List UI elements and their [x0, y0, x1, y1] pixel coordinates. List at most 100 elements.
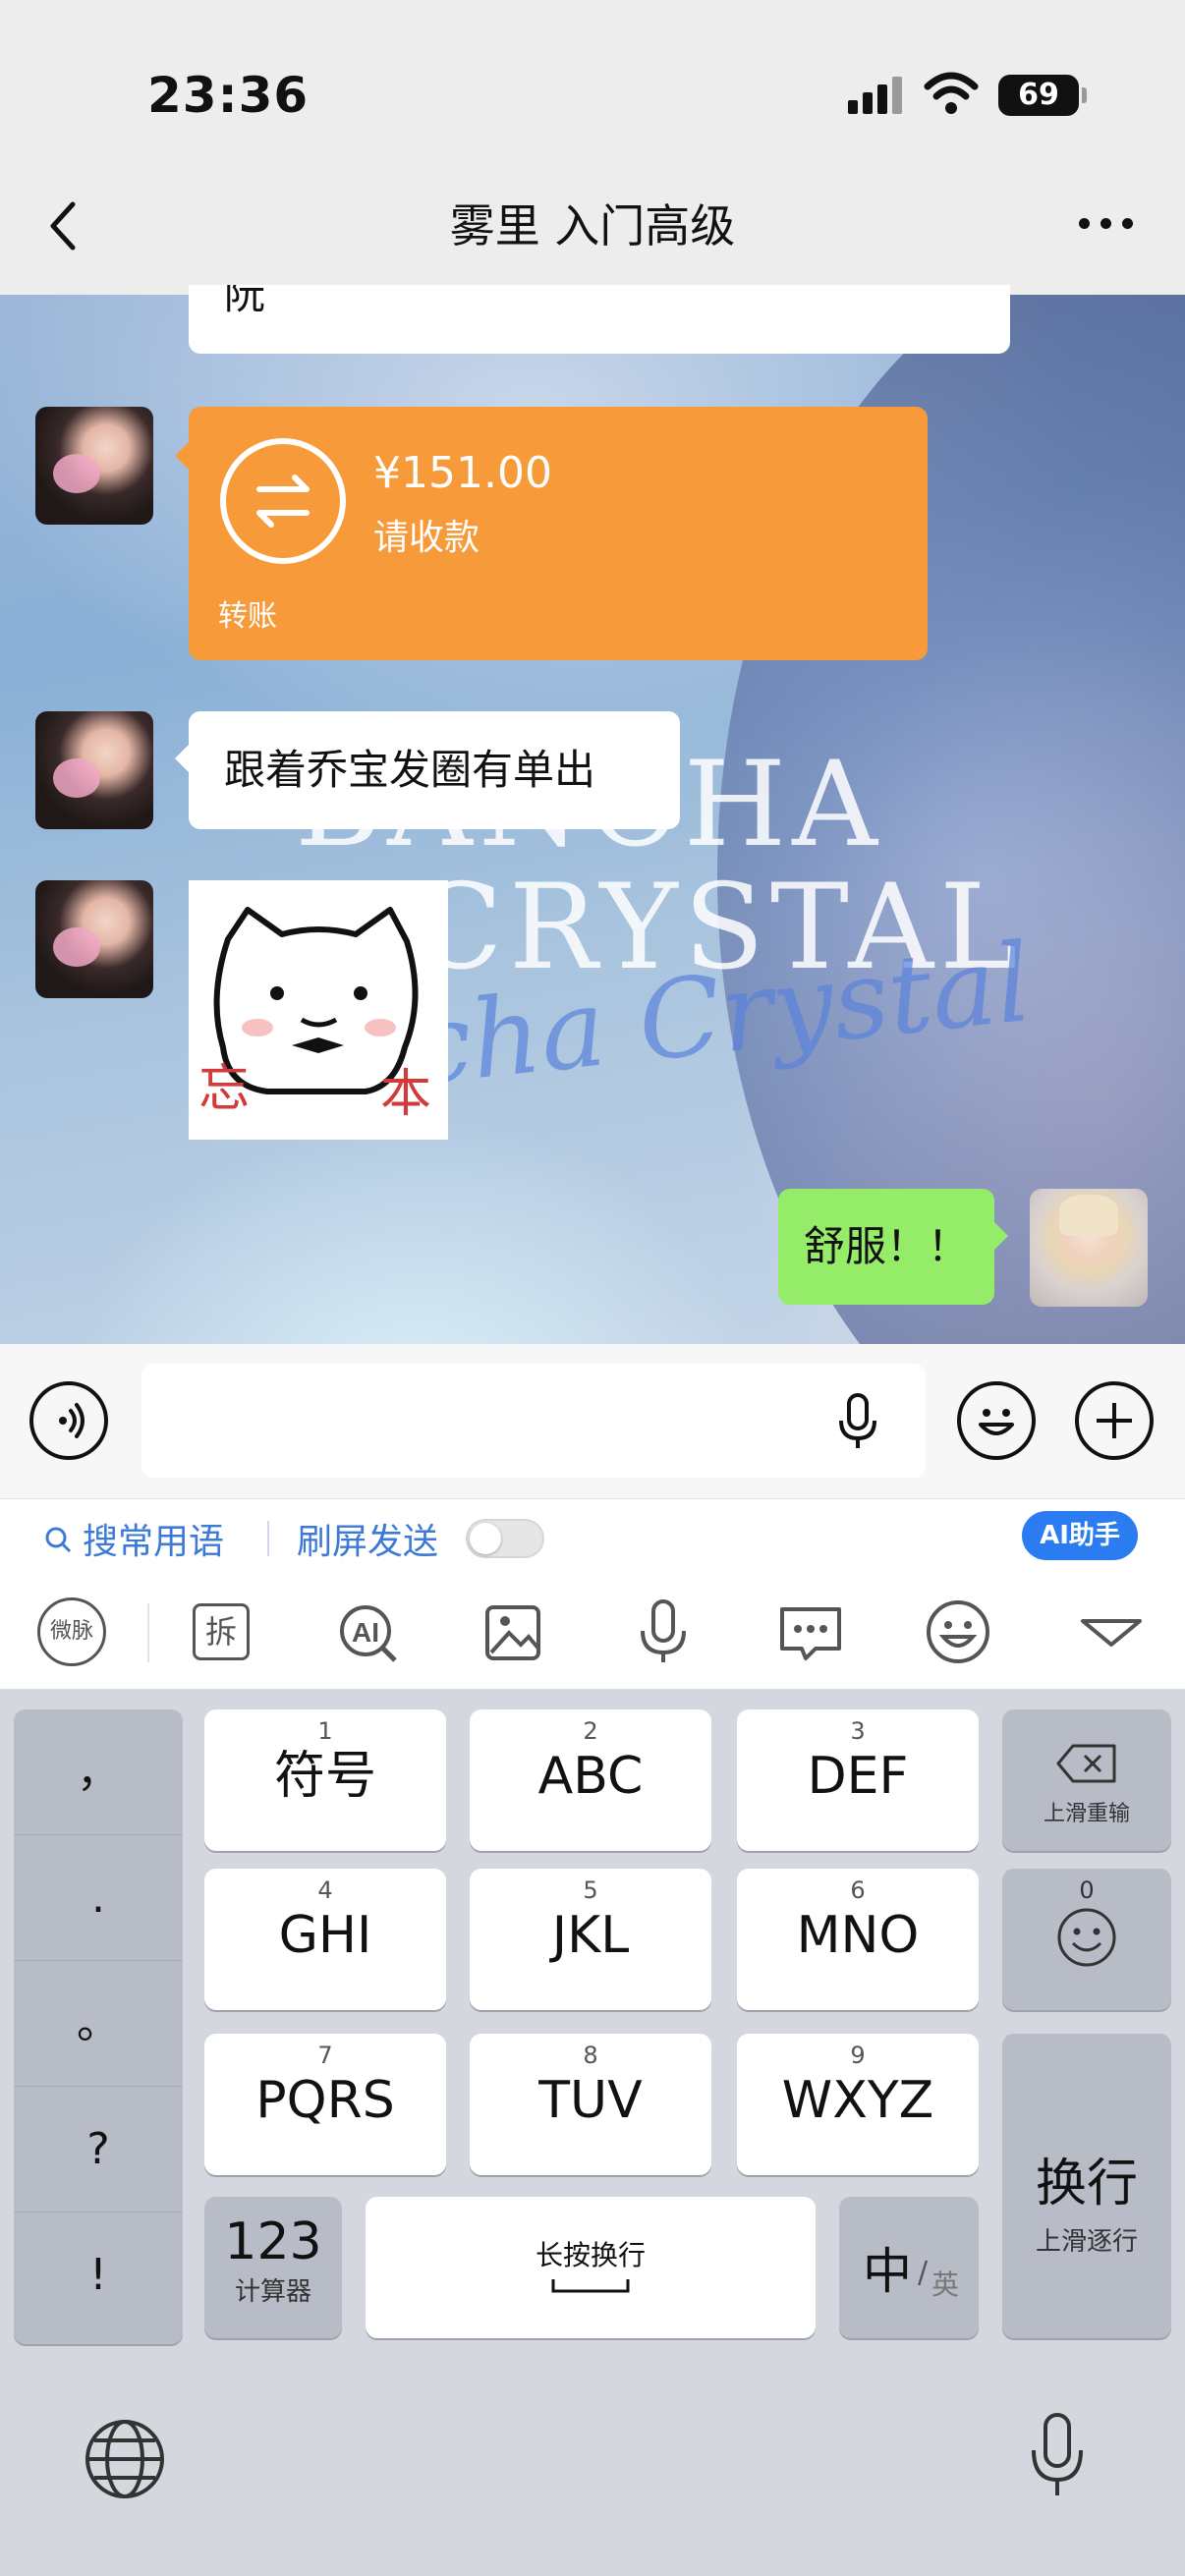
punct-key[interactable]: ? [14, 2087, 183, 2212]
search-phrases-link[interactable]: 搜常用语 [83, 1513, 224, 1564]
key-7[interactable]: 7 PQRS [204, 2034, 446, 2175]
emoji-tool-icon[interactable] [924, 1597, 992, 1666]
key-number: 3 [850, 1717, 866, 1745]
key-label: 符号 [273, 1747, 376, 1806]
more-actions-button[interactable] [1075, 1381, 1154, 1460]
weibo-tool-label: 微脉 [49, 1619, 93, 1644]
key-8[interactable]: 8 TUV [470, 2034, 711, 2175]
split-tool-label: 拆 [204, 1613, 237, 1651]
search-icon [45, 1527, 72, 1553]
numeric-key-sub: 计算器 [234, 2277, 311, 2307]
contact-avatar[interactable] [35, 711, 153, 829]
smile-key-icon [1057, 1908, 1116, 1967]
collapse-keyboard-icon[interactable] [1077, 1597, 1146, 1666]
key-label: JKL [551, 1906, 630, 1965]
key-3[interactable]: 3 DEF [737, 1709, 979, 1851]
enter-sub-label: 上滑逐行 [1035, 2227, 1138, 2257]
voice-input-icon[interactable] [629, 1597, 698, 1666]
voice-mode-button[interactable] [29, 1381, 108, 1460]
key-4[interactable]: 4 GHI [204, 1869, 446, 2010]
sticker-text-left: 忘 [198, 1060, 251, 1119]
key-6[interactable]: 6 MNO [737, 1869, 979, 2010]
delete-key[interactable]: 上滑重输 [1002, 1709, 1171, 1851]
message-input[interactable] [141, 1364, 926, 1478]
ime-toolbar: 微脉 拆 AI [0, 1574, 1185, 1690]
text-message[interactable]: 跟着乔宝发圈有单出 [175, 711, 680, 829]
language-main: 中 [863, 2243, 912, 2300]
key-number: 1 [317, 1717, 333, 1745]
key-number: 9 [850, 2042, 866, 2069]
smile-icon [979, 1409, 1014, 1435]
divider [267, 1521, 269, 1556]
key-number: 6 [850, 1876, 866, 1904]
key-label: PQRS [255, 2071, 395, 2130]
key-label: ABC [537, 1747, 644, 1806]
punctuation-column[interactable]: ， . 。 ? ! [14, 1709, 183, 2344]
screen-send-label: 刷屏发送 [297, 1522, 439, 1562]
punct-key[interactable]: ， [14, 1709, 183, 1835]
contact-avatar[interactable] [35, 880, 153, 998]
voice-icon [59, 1403, 85, 1438]
language-sub: 英 [931, 2268, 960, 2301]
globe-icon[interactable] [83, 2417, 167, 2501]
microphone-icon[interactable] [835, 1393, 880, 1452]
ai-assistant-button[interactable]: AI助手 [1022, 1511, 1138, 1560]
key-1[interactable]: 1 符号 [204, 1709, 446, 1851]
more-options-button[interactable] [1079, 214, 1136, 234]
punct-key[interactable]: 。 [14, 1961, 183, 2087]
key-number: 4 [317, 1876, 333, 1904]
transfer-message-card[interactable]: ¥151.00 请收款 转账 [175, 407, 928, 660]
svg-text:AI: AI [352, 1617, 379, 1648]
key-label: MNO [796, 1906, 920, 1965]
transfer-amount: ¥151.00 [373, 448, 552, 498]
emoji-button[interactable] [957, 1381, 1036, 1460]
language-separator: / [918, 2256, 929, 2290]
message-input-bar [0, 1344, 1185, 1499]
key-label: TUV [538, 2071, 643, 2130]
sticker-message[interactable]: 忘 本 [189, 880, 448, 1140]
my-avatar[interactable] [1030, 1189, 1148, 1307]
language-switch-key[interactable]: 中 / 英 [839, 2197, 979, 2338]
key-label: GHI [278, 1906, 372, 1965]
key-label: DEF [807, 1747, 909, 1806]
split-tool-icon[interactable]: 拆 [193, 1603, 250, 1660]
enter-key[interactable]: 换行 上滑逐行 [1002, 2034, 1171, 2338]
punct-key[interactable]: . [14, 1835, 183, 1961]
my-text-message[interactable]: 舒服！！ [778, 1189, 1008, 1305]
plus-icon [1097, 1403, 1132, 1438]
transfer-status: 请收款 [373, 518, 480, 558]
contact-avatar[interactable] [35, 407, 153, 525]
emoji-key[interactable]: 0 [1002, 1869, 1171, 2010]
key-9[interactable]: 9 WXYZ [737, 2034, 979, 2175]
navigation-bar: 23:36 69 雾里 入门高级 [0, 0, 1185, 295]
cellular-signal-icon [848, 77, 903, 114]
key-2[interactable]: 2 ABC [470, 1709, 711, 1851]
screen-send-toggle[interactable] [466, 1519, 544, 1558]
message-bubble-partial[interactable]: 阮 [189, 285, 1010, 354]
weibo-tool-icon[interactable]: 微脉 [37, 1597, 106, 1666]
status-time: 23:36 [147, 67, 310, 124]
numeric-key-label: 123 [224, 2212, 322, 2271]
backspace-icon [1056, 1744, 1116, 1783]
space-key-label: 长按换行 [535, 2239, 646, 2271]
punct-key[interactable]: ! [14, 2212, 183, 2338]
numeric-key[interactable]: 123 计算器 [204, 2197, 342, 2338]
enter-label: 换行 [1035, 2155, 1138, 2213]
key-number: 8 [583, 2042, 598, 2069]
space-key[interactable]: 长按换行 [366, 2197, 816, 2338]
delete-sub-label: 上滑重输 [1043, 1802, 1130, 1826]
chat-bubble-icon[interactable] [776, 1597, 845, 1666]
nine-key-keyboard: ， . 。 ? ! 1 符号 2 ABC 3 DEF 上滑重输 4 GHI 5 … [0, 1690, 1185, 2348]
key-number: 7 [317, 2042, 333, 2069]
dictation-microphone-icon[interactable] [1028, 2411, 1087, 2501]
wifi-icon [924, 72, 979, 114]
tool-divider [147, 1603, 149, 1662]
chat-title: 雾里 入门高级 [449, 199, 736, 252]
transfer-icon [220, 438, 346, 564]
ime-suggestion-bar: 搜常用语 刷屏发送 AI助手 [0, 1499, 1185, 1574]
keyboard-footer [0, 2348, 1185, 2576]
ai-search-icon[interactable]: AI [334, 1597, 403, 1666]
key-5[interactable]: 5 JKL [470, 1869, 711, 2010]
key-number: 0 [1079, 1876, 1095, 1904]
image-tool-icon[interactable] [481, 1597, 550, 1666]
